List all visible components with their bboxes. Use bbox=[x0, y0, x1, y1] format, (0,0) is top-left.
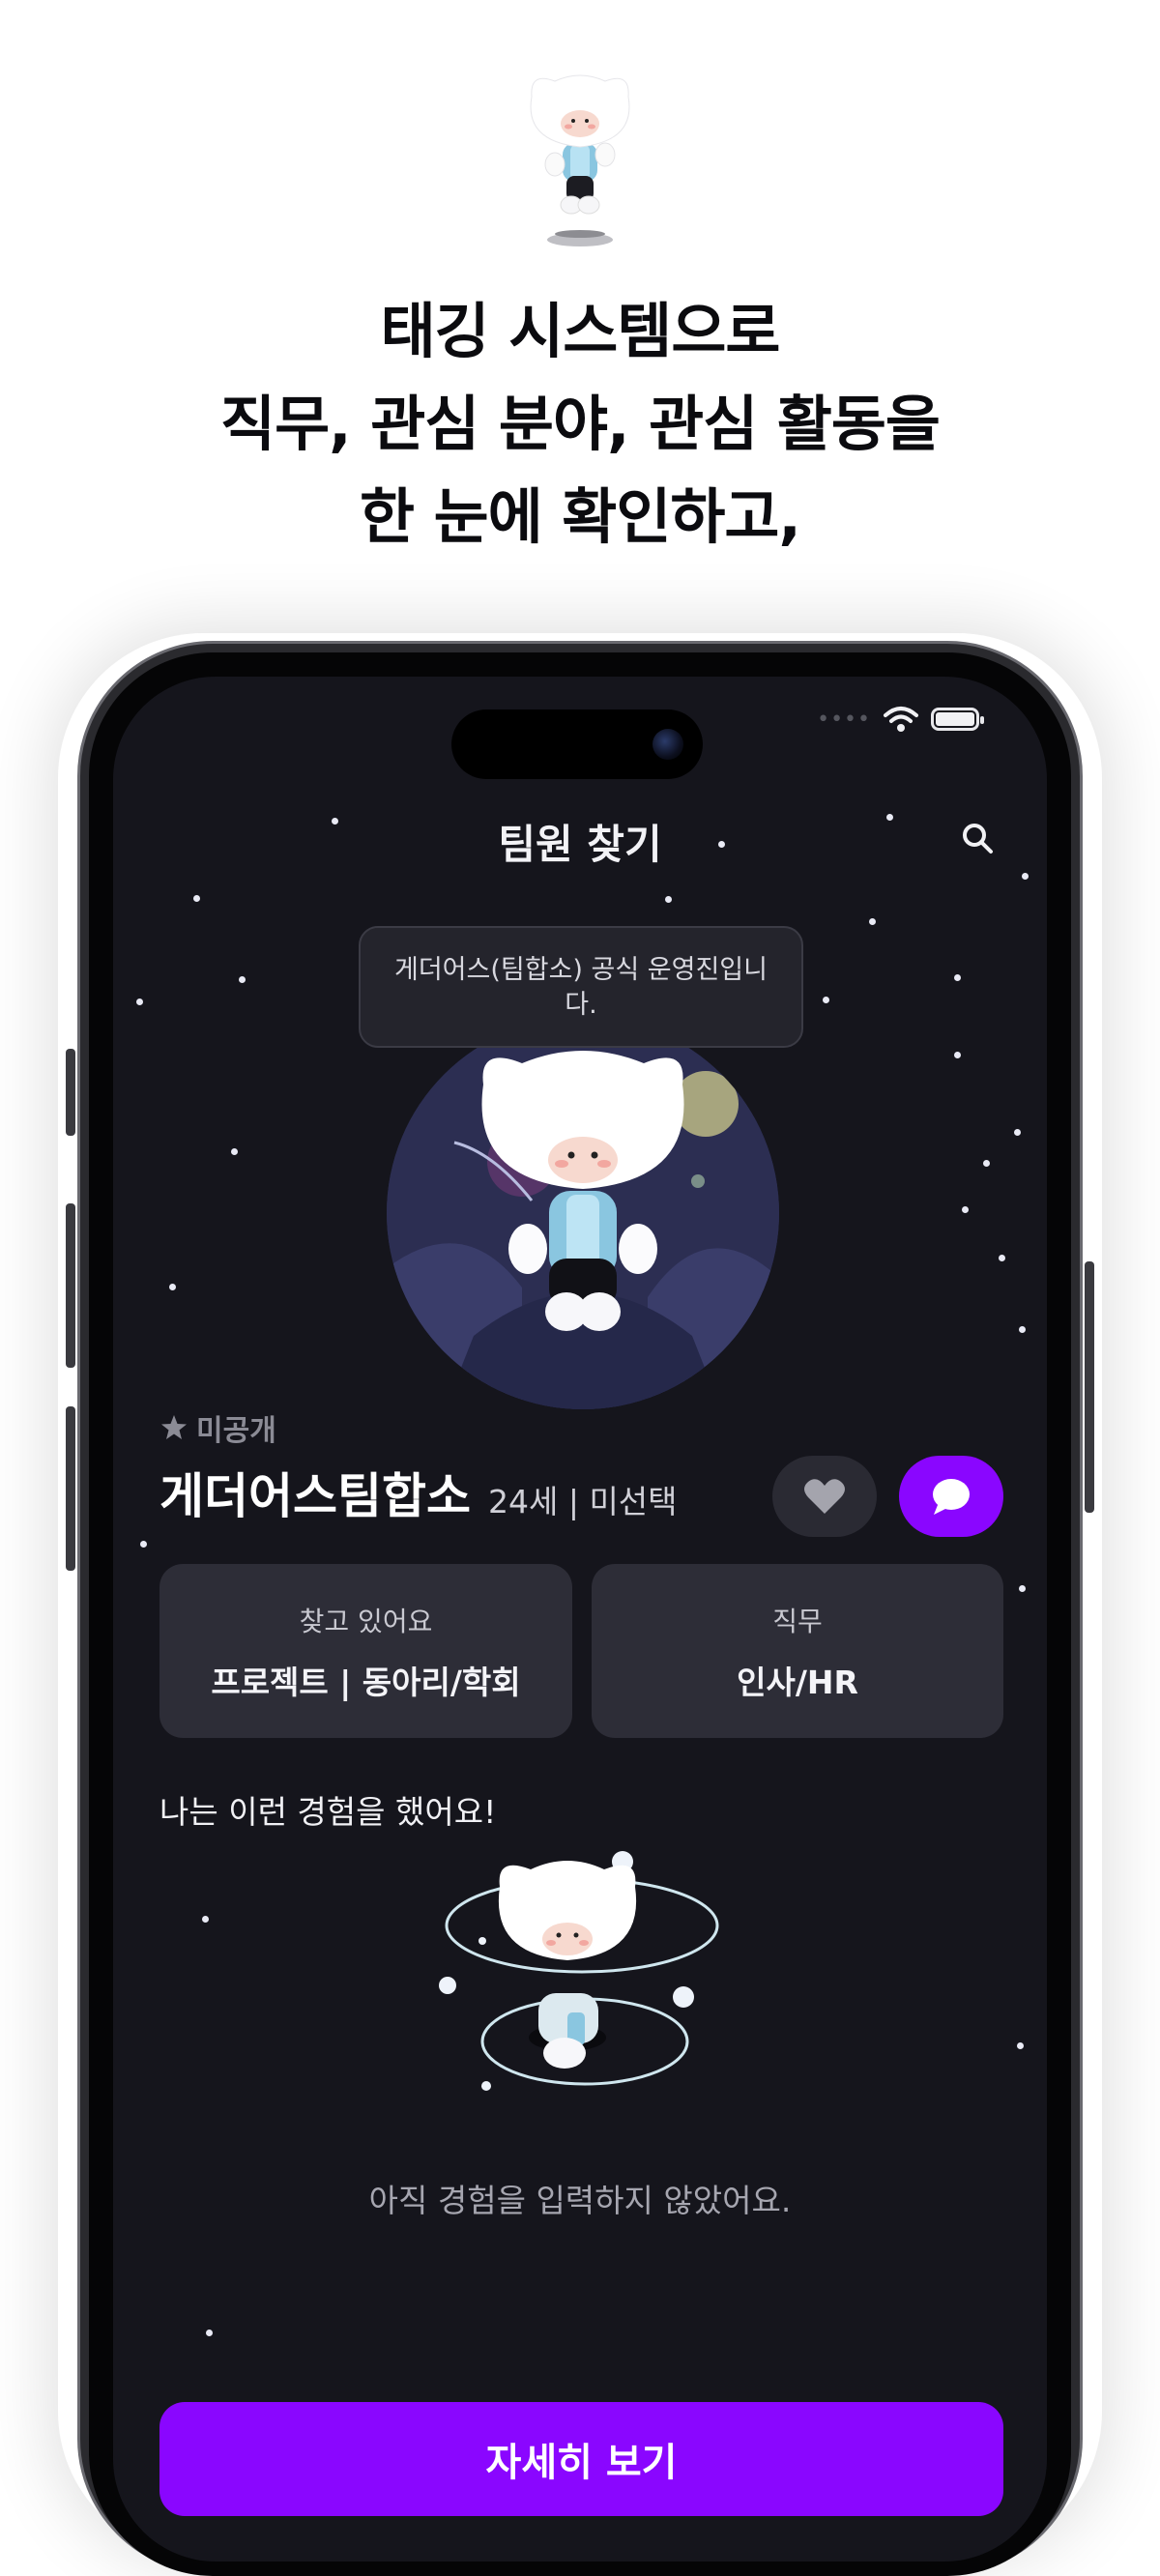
profile-avatar bbox=[387, 1017, 779, 1409]
status-bar: •••• bbox=[817, 706, 984, 733]
profile-mascot-image bbox=[387, 1017, 779, 1409]
wifi-icon bbox=[884, 707, 918, 732]
headline-line-1: 태깅 시스템으로 bbox=[380, 296, 781, 366]
view-details-button[interactable]: 자세히 보기 bbox=[160, 2402, 1003, 2516]
phone-screen: •••• 팀원 찾기 게더어스(팀합소) 공식 운영진입니다. 미공개 게더어스… bbox=[113, 677, 1047, 2562]
star bbox=[1019, 1326, 1026, 1333]
star bbox=[823, 997, 829, 1003]
mascot-top-image bbox=[530, 74, 630, 246]
star bbox=[1014, 1129, 1021, 1136]
star bbox=[140, 1541, 147, 1548]
experience-empty-text: 아직 경험을 입력하지 않았어요. bbox=[368, 2182, 792, 2219]
job-value: 인사/HR bbox=[737, 1664, 858, 1701]
star bbox=[193, 895, 200, 902]
star bbox=[999, 1255, 1005, 1261]
looking-for-value: 프로젝트 | 동아리/학회 bbox=[211, 1664, 521, 1701]
star bbox=[954, 974, 961, 981]
signal-icon: •••• bbox=[817, 707, 871, 732]
profile-age-gender: 24세 | 미선택 bbox=[488, 1483, 678, 1520]
star bbox=[202, 1916, 209, 1923]
star bbox=[665, 896, 672, 903]
search-icon[interactable] bbox=[961, 822, 994, 854]
star bbox=[239, 976, 246, 983]
phone-side-button-volume-up bbox=[66, 1203, 75, 1368]
empty-experience-illustration bbox=[439, 1851, 719, 2091]
chat-button[interactable] bbox=[899, 1456, 1003, 1537]
phone-side-button-volume-down bbox=[66, 1406, 75, 1571]
job-card: 직무 인사/HR bbox=[592, 1564, 1003, 1738]
star bbox=[869, 918, 876, 925]
star bbox=[1019, 1585, 1026, 1592]
job-label: 직무 bbox=[772, 1606, 823, 1637]
star bbox=[954, 1052, 961, 1058]
profile-name: 게더어스팀합소 bbox=[160, 1468, 471, 1524]
star bbox=[962, 1206, 969, 1213]
like-button[interactable] bbox=[772, 1456, 877, 1537]
page-title: 팀원 찾기 bbox=[498, 821, 662, 868]
star bbox=[983, 1160, 990, 1167]
star-icon bbox=[161, 1415, 187, 1439]
front-camera bbox=[652, 729, 683, 760]
battery-icon bbox=[931, 708, 984, 731]
star bbox=[231, 1148, 238, 1155]
heart-icon bbox=[804, 1479, 845, 1514]
star bbox=[136, 999, 143, 1005]
star bbox=[1017, 2042, 1024, 2049]
phone-side-button-power bbox=[1085, 1261, 1094, 1513]
chat-bubble-icon bbox=[933, 1479, 970, 1515]
headline-line-2: 직무, 관심 분야, 관심 활동을 bbox=[220, 389, 941, 459]
star bbox=[1022, 873, 1029, 880]
phone-side-button-mute bbox=[66, 1049, 75, 1136]
headline-line-3: 한 눈에 확인하고, bbox=[359, 481, 801, 552]
experience-heading: 나는 이런 경험을 했어요! bbox=[160, 1793, 497, 1831]
looking-for-label: 찾고 있어요 bbox=[299, 1606, 433, 1637]
official-staff-tooltip: 게더어스(팀합소) 공식 운영진입니다. bbox=[359, 926, 803, 1048]
headline: 태깅 시스템으로 직무, 관심 분야, 관심 활동을 한 눈에 확인하고, bbox=[0, 285, 1160, 564]
visibility-status: 미공개 bbox=[160, 1406, 276, 1449]
profile-name-row: 게더어스팀합소 24세 | 미선택 bbox=[160, 1458, 678, 1527]
star bbox=[206, 2330, 213, 2336]
dynamic-island bbox=[451, 709, 703, 779]
visibility-label: 미공개 bbox=[196, 1414, 276, 1448]
looking-for-card: 찾고 있어요 프로젝트 | 동아리/학회 bbox=[160, 1564, 572, 1738]
star bbox=[169, 1284, 176, 1290]
